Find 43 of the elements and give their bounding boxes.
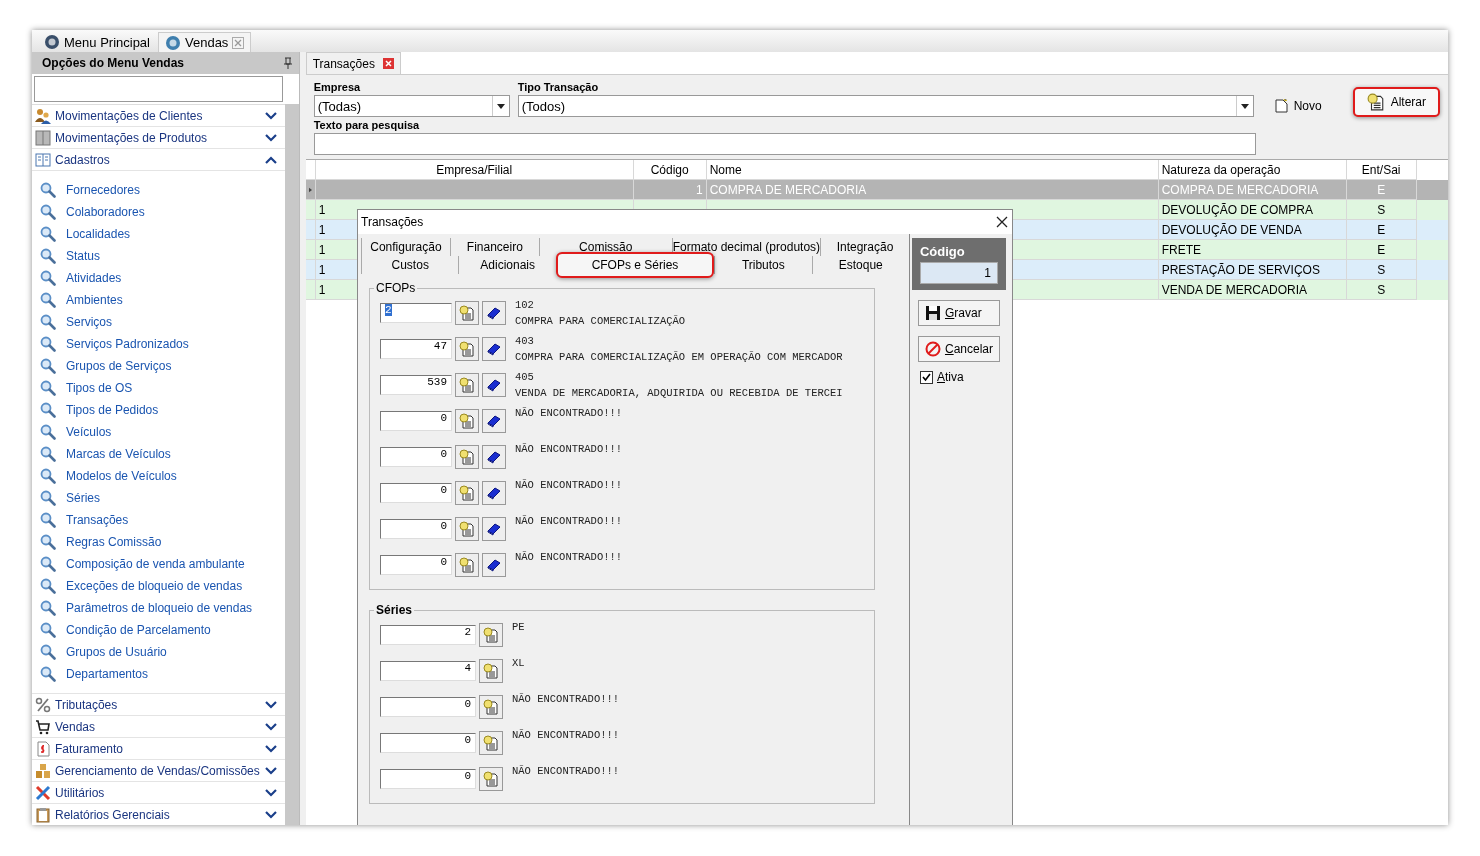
field-label: Empresa <box>313 81 362 93</box>
group-title: CFOPs <box>374 281 418 295</box>
panel-title: Opções do Menu Vendas <box>42 56 185 70</box>
cfop-description: NÃO ENCONTRADO!!! <box>515 443 623 455</box>
table-cell: VENDA DE MERCADORIA <box>1161 282 1307 297</box>
group-title: Séries <box>374 603 415 617</box>
series-description: NÃO ENCONTRADO!!! <box>512 729 620 741</box>
table-cell: S <box>1377 282 1386 297</box>
table-cell: FRETE <box>1161 242 1201 257</box>
table-cell: COMPRA DE MERCADORIA <box>1161 182 1319 197</box>
table-cell: 1 <box>318 282 326 297</box>
table-cell: 1 <box>318 202 326 217</box>
table-cell: PRESTAÇÃO DE SERVIÇOS <box>1161 262 1320 277</box>
table-cell: S <box>1377 202 1386 217</box>
cfop-description: NÃO ENCONTRADO!!! <box>515 407 623 419</box>
table-cell: 1 <box>318 222 326 237</box>
field-label: Código <box>919 244 966 259</box>
table-cell: E <box>1377 242 1386 257</box>
table-cell: 1 <box>695 182 703 197</box>
table-cell: 1 <box>318 242 326 257</box>
cfop-description: VENDA DE MERCADORIA, ADQUIRIDA OU RECEBIDA DE TERCEI <box>515 387 843 399</box>
cfop-code: 102 <box>515 299 535 311</box>
table-cell: S <box>1377 262 1386 277</box>
cfop-description: COMPRA PARA COMERCIALIZAÇÃO EM OPERAÇÃO COM MERCADOR <box>515 351 843 363</box>
series-description: XL <box>512 657 525 669</box>
table-cell: COMPRA DE MERCADORIA <box>709 182 867 197</box>
table-cell: E <box>1377 182 1386 197</box>
series-description: NÃO ENCONTRADO!!! <box>512 765 620 777</box>
table-cell: DEVOLUÇÃO DE COMPRA <box>1161 202 1313 217</box>
cfop-description: NÃO ENCONTRADO!!! <box>515 479 623 491</box>
table-cell: 1 <box>318 262 326 277</box>
series-description: NÃO ENCONTRADO!!! <box>512 693 620 705</box>
table-cell: DEVOLUÇÃO DE VENDA <box>1161 222 1302 237</box>
cfop-description: NÃO ENCONTRADO!!! <box>515 515 623 527</box>
field-label: Texto para pesquisa <box>313 119 421 131</box>
cfop-description: COMPRA PARA COMERCIALIZAÇÃO <box>515 315 686 327</box>
cfop-code: 403 <box>515 335 535 347</box>
series-description: PE <box>512 621 525 633</box>
dialog-title: Transações <box>361 215 424 229</box>
field-label: Tipo Transação <box>517 81 600 93</box>
cfop-description: NÃO ENCONTRADO!!! <box>515 551 623 563</box>
cfop-code: 405 <box>515 371 535 383</box>
table-cell: E <box>1377 222 1386 237</box>
